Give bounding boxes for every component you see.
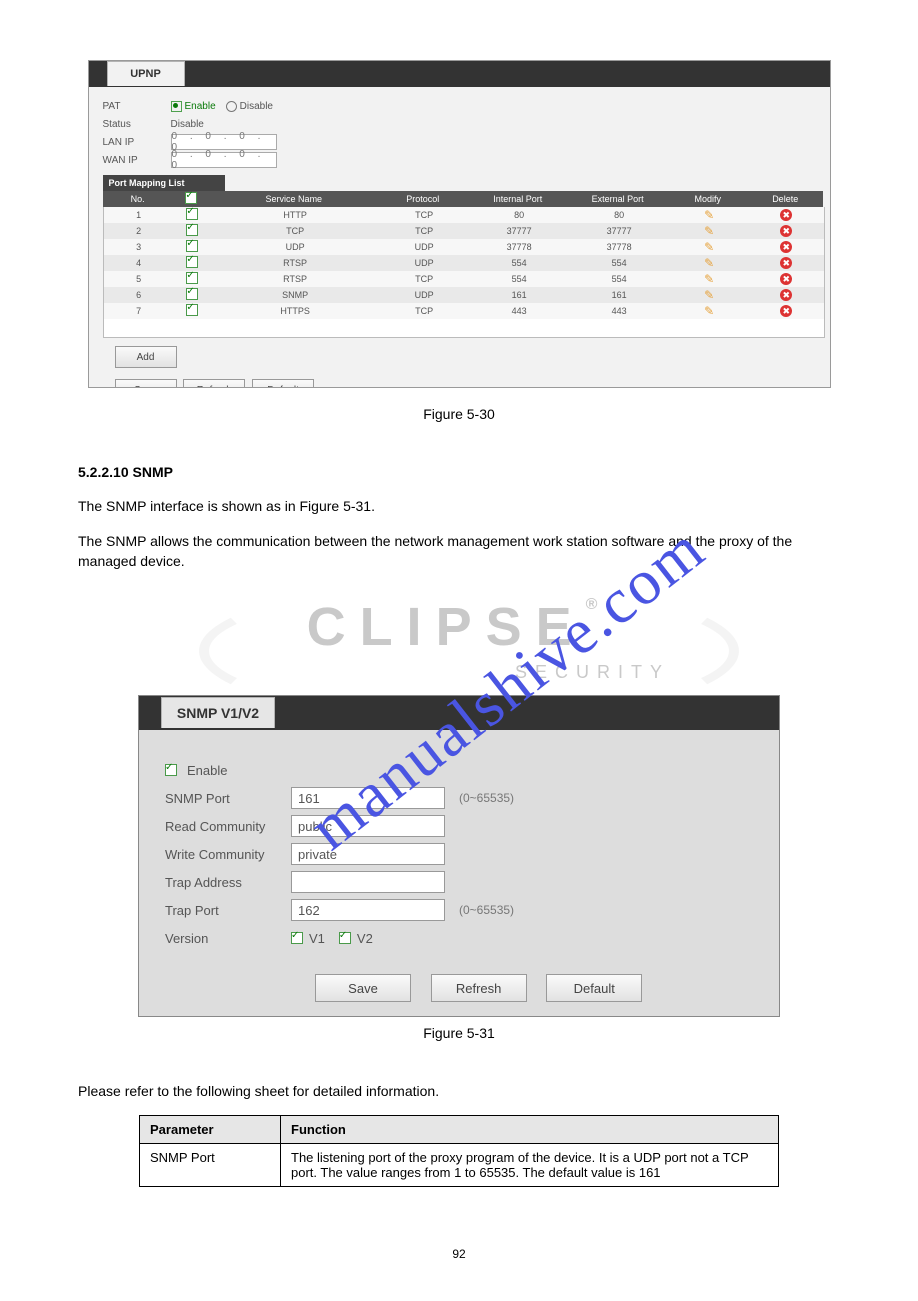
checkbox-icon[interactable] xyxy=(186,272,198,284)
input-trap-address[interactable] xyxy=(291,871,445,893)
label-version: Version xyxy=(165,931,291,946)
caption-snmp: Figure 5-31 xyxy=(78,1025,840,1041)
input-snmp-port[interactable]: 161 xyxy=(291,787,445,809)
heading-snmp: 5.2.2.10 SNMP xyxy=(78,462,840,482)
edit-icon[interactable]: ✎ xyxy=(704,256,714,270)
add-button[interactable]: Add xyxy=(115,346,177,368)
label-status: Status xyxy=(103,119,171,130)
param-table: Parameter Function SNMP Port The listeni… xyxy=(139,1115,779,1187)
table-row: 1HTTPTCP8080✎✖ xyxy=(104,207,824,223)
edit-icon[interactable]: ✎ xyxy=(704,288,714,302)
col-service: Service Name xyxy=(210,191,378,207)
input-lanip[interactable]: 0 . 0 . 0 . 0 xyxy=(171,134,277,150)
radio-pat-disable[interactable] xyxy=(226,101,237,112)
caption-upnp: Figure 5-30 xyxy=(78,406,840,422)
checkbox-icon[interactable] xyxy=(186,208,198,220)
logo-eclipse: CLIPSE® xyxy=(78,596,840,658)
snmp-default-button[interactable]: Default xyxy=(546,974,642,1002)
radio-pat-enable[interactable] xyxy=(171,101,182,112)
label-write-community: Write Community xyxy=(165,847,291,862)
delete-icon[interactable]: ✖ xyxy=(780,209,792,221)
table-row: 2TCPTCP3777737777✎✖ xyxy=(104,223,824,239)
page-number: 92 xyxy=(78,1247,840,1261)
snmp-save-button[interactable]: Save xyxy=(315,974,411,1002)
table-row: 5RTSPTCP554554✎✖ xyxy=(104,271,824,287)
input-read-community[interactable]: public xyxy=(291,815,445,837)
hint-trap-port: (0~65535) xyxy=(459,903,514,917)
checkbox-enable[interactable] xyxy=(165,764,177,776)
checkbox-v2[interactable] xyxy=(339,932,351,944)
checkbox-icon[interactable] xyxy=(186,256,198,268)
col-extport: External Port xyxy=(568,191,668,207)
th-function: Function xyxy=(281,1116,779,1144)
label-v1: V1 xyxy=(309,931,325,946)
checkbox-all[interactable] xyxy=(185,192,197,204)
table-row: 7HTTPSTCP443443✎✖ xyxy=(104,303,824,319)
delete-icon[interactable]: ✖ xyxy=(780,257,792,269)
col-check xyxy=(173,191,210,207)
input-trap-port[interactable]: 162 xyxy=(291,899,445,921)
delete-icon[interactable]: ✖ xyxy=(780,273,792,285)
checkbox-icon[interactable] xyxy=(186,288,198,300)
default-button[interactable]: Default xyxy=(252,379,314,388)
radio-pat-disable-label: Disable xyxy=(240,101,273,112)
tab-upnp[interactable]: UPNP xyxy=(107,61,185,86)
snmp-screenshot: SNMP V1/V2 Enable SNMP Port 161 (0~65535… xyxy=(138,695,780,1017)
checkbox-v1[interactable] xyxy=(291,932,303,944)
checkbox-icon[interactable] xyxy=(186,304,198,316)
save-button[interactable]: Save xyxy=(115,379,177,388)
text-snmp-intro: The SNMP interface is shown as in Figure… xyxy=(78,496,840,516)
col-protocol: Protocol xyxy=(378,191,468,207)
td-param: SNMP Port xyxy=(140,1144,281,1187)
table-row: 3UDPUDP3777837778✎✖ xyxy=(104,239,824,255)
checkbox-icon[interactable] xyxy=(186,224,198,236)
col-no: No. xyxy=(103,191,173,207)
label-pat: PAT xyxy=(103,101,171,112)
hint-snmp-port: (0~65535) xyxy=(459,791,514,805)
edit-icon[interactable]: ✎ xyxy=(704,208,714,222)
col-intport: Internal Port xyxy=(468,191,568,207)
upnp-topbar: UPNP xyxy=(89,61,830,87)
edit-icon[interactable]: ✎ xyxy=(704,304,714,318)
edit-icon[interactable]: ✎ xyxy=(704,224,714,238)
label-port-mapping-list: Port Mapping List xyxy=(103,175,225,191)
delete-icon[interactable]: ✖ xyxy=(780,241,792,253)
upnp-screenshot: UPNP PAT Enable Disable Status Disable L… xyxy=(88,60,831,388)
snmp-refresh-button[interactable]: Refresh xyxy=(431,974,527,1002)
input-write-community[interactable]: private xyxy=(291,843,445,865)
snmp-topbar: SNMP V1/V2 xyxy=(139,696,779,730)
label-enable: Enable xyxy=(187,763,227,778)
tab-snmp[interactable]: SNMP V1/V2 xyxy=(161,697,275,728)
table-row: 4RTSPUDP554554✎✖ xyxy=(104,255,824,271)
td-func: The listening port of the proxy program … xyxy=(281,1144,779,1187)
text-refer-sheet: Please refer to the following sheet for … xyxy=(78,1081,840,1101)
input-wanip[interactable]: 0 . 0 . 0 . 0 xyxy=(171,152,277,168)
refresh-button[interactable]: Refresh xyxy=(183,379,245,388)
text-snmp-desc: The SNMP allows the communication betwee… xyxy=(78,531,840,572)
edit-icon[interactable]: ✎ xyxy=(704,240,714,254)
label-trap-port: Trap Port xyxy=(165,903,291,918)
radio-pat-enable-label: Enable xyxy=(185,101,216,112)
col-delete: Delete xyxy=(748,191,823,207)
delete-icon[interactable]: ✖ xyxy=(780,289,792,301)
checkbox-icon[interactable] xyxy=(186,240,198,252)
label-lanip: LAN IP xyxy=(103,137,171,148)
port-map-table: No. Service Name Protocol Internal Port … xyxy=(103,191,823,207)
col-modify: Modify xyxy=(668,191,748,207)
delete-icon[interactable]: ✖ xyxy=(780,225,792,237)
value-status: Disable xyxy=(171,119,204,130)
label-v2: V2 xyxy=(357,931,373,946)
table-row: 6SNMPUDP161161✎✖ xyxy=(104,287,824,303)
th-parameter: Parameter xyxy=(140,1116,281,1144)
edit-icon[interactable]: ✎ xyxy=(704,272,714,286)
delete-icon[interactable]: ✖ xyxy=(780,305,792,317)
label-wanip: WAN IP xyxy=(103,155,171,166)
label-trap-address: Trap Address xyxy=(165,875,291,890)
label-snmp-port: SNMP Port xyxy=(165,791,291,806)
label-read-community: Read Community xyxy=(165,819,291,834)
